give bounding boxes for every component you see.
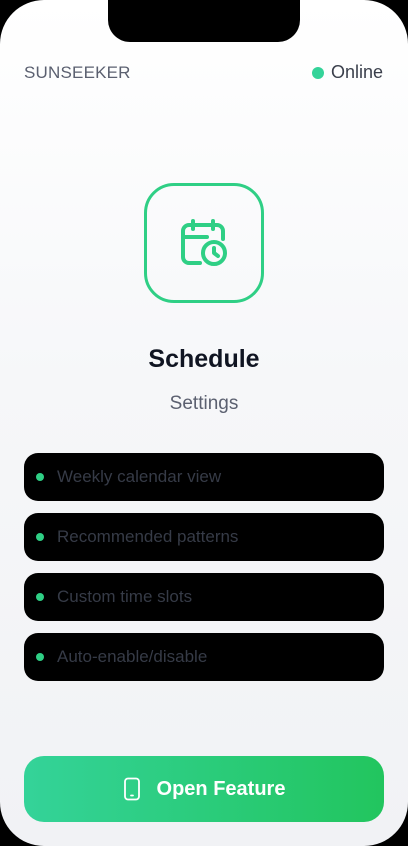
feature-item: Auto-enable/disable xyxy=(24,633,384,681)
feature-item-label: Weekly calendar view xyxy=(57,467,222,486)
bullet-icon xyxy=(36,653,44,661)
open-feature-label: Open Feature xyxy=(156,777,286,800)
brand-name: SUNSEEKER xyxy=(24,63,131,82)
feature-item: Recommended patterns xyxy=(24,513,384,561)
bullet-icon xyxy=(36,593,44,601)
bullet-icon xyxy=(36,533,44,541)
status-dot-icon xyxy=(311,66,324,79)
connection-status: Online xyxy=(311,62,383,83)
device-notch xyxy=(108,0,300,42)
calendar-clock-icon xyxy=(181,219,227,266)
feature-item-label: Auto-enable/disable xyxy=(57,647,208,666)
feature-item-label: Custom time slots xyxy=(57,587,193,606)
feature-item: Weekly calendar view xyxy=(24,453,384,501)
feature-icon-tile xyxy=(144,183,264,303)
feature-item-label: Recommended patterns xyxy=(57,527,239,546)
feature-subtitle: Settings xyxy=(169,393,239,414)
phone-icon xyxy=(123,777,140,801)
status-text: Online xyxy=(330,62,383,82)
phone-screen: SUNSEEKER Online Schedule Settings Weekl… xyxy=(0,0,408,846)
feature-item: Custom time slots xyxy=(24,573,384,621)
open-feature-button[interactable]: Open Feature xyxy=(24,756,384,822)
feature-list: Weekly calendar view Recommended pattern… xyxy=(24,453,384,693)
bullet-icon xyxy=(36,473,44,481)
feature-title: Schedule xyxy=(148,345,260,373)
